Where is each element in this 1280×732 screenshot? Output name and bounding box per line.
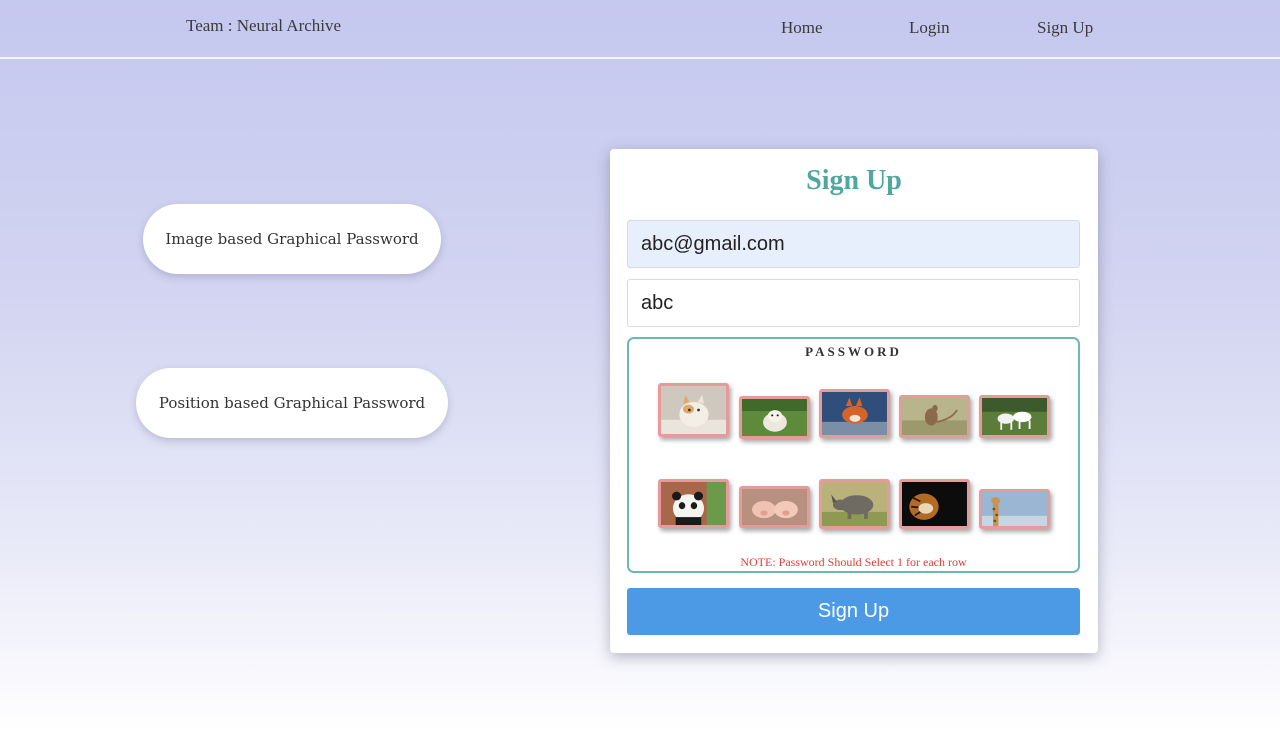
position-based-password-button[interactable]: Position based Graphical Password <box>136 368 448 438</box>
image-based-password-button[interactable]: Image based Graphical Password <box>143 204 441 274</box>
position-based-password-label: Position based Graphical Password <box>158 394 426 412</box>
email-field[interactable] <box>627 220 1080 268</box>
panda-image[interactable] <box>658 479 729 528</box>
cat-image[interactable] <box>658 383 729 437</box>
top-navbar: Team : Neural Archive Home Login Sign Up <box>0 0 1280 59</box>
nav-signup-link[interactable]: Sign Up <box>1037 18 1093 38</box>
nav-home-link[interactable]: Home <box>781 18 823 38</box>
username-field[interactable] <box>627 279 1080 327</box>
dog-image[interactable] <box>739 396 810 439</box>
signup-card: Sign Up PASSWORD <box>610 149 1098 653</box>
password-note: NOTE: Password Should Select 1 for each … <box>740 555 967 569</box>
pigs-image[interactable] <box>739 486 810 528</box>
fox-image[interactable] <box>819 389 890 438</box>
brand-title: Team : Neural Archive <box>186 16 342 35</box>
rhino-image[interactable] <box>819 479 890 529</box>
signup-submit-button[interactable]: Sign Up <box>627 588 1080 635</box>
giraffe-image[interactable] <box>979 489 1050 529</box>
image-based-password-label: Image based Graphical Password <box>165 230 419 248</box>
password-label: PASSWORD <box>805 344 902 359</box>
signup-title: Sign Up <box>806 165 902 196</box>
kangaroo-image[interactable] <box>899 395 970 438</box>
graphical-password-panel: PASSWORD NOTE: Password Should Select 1 … <box>627 337 1080 573</box>
tiger-image[interactable] <box>899 479 970 529</box>
nav-login-link[interactable]: Login <box>909 18 950 38</box>
horses-image[interactable] <box>979 395 1050 438</box>
